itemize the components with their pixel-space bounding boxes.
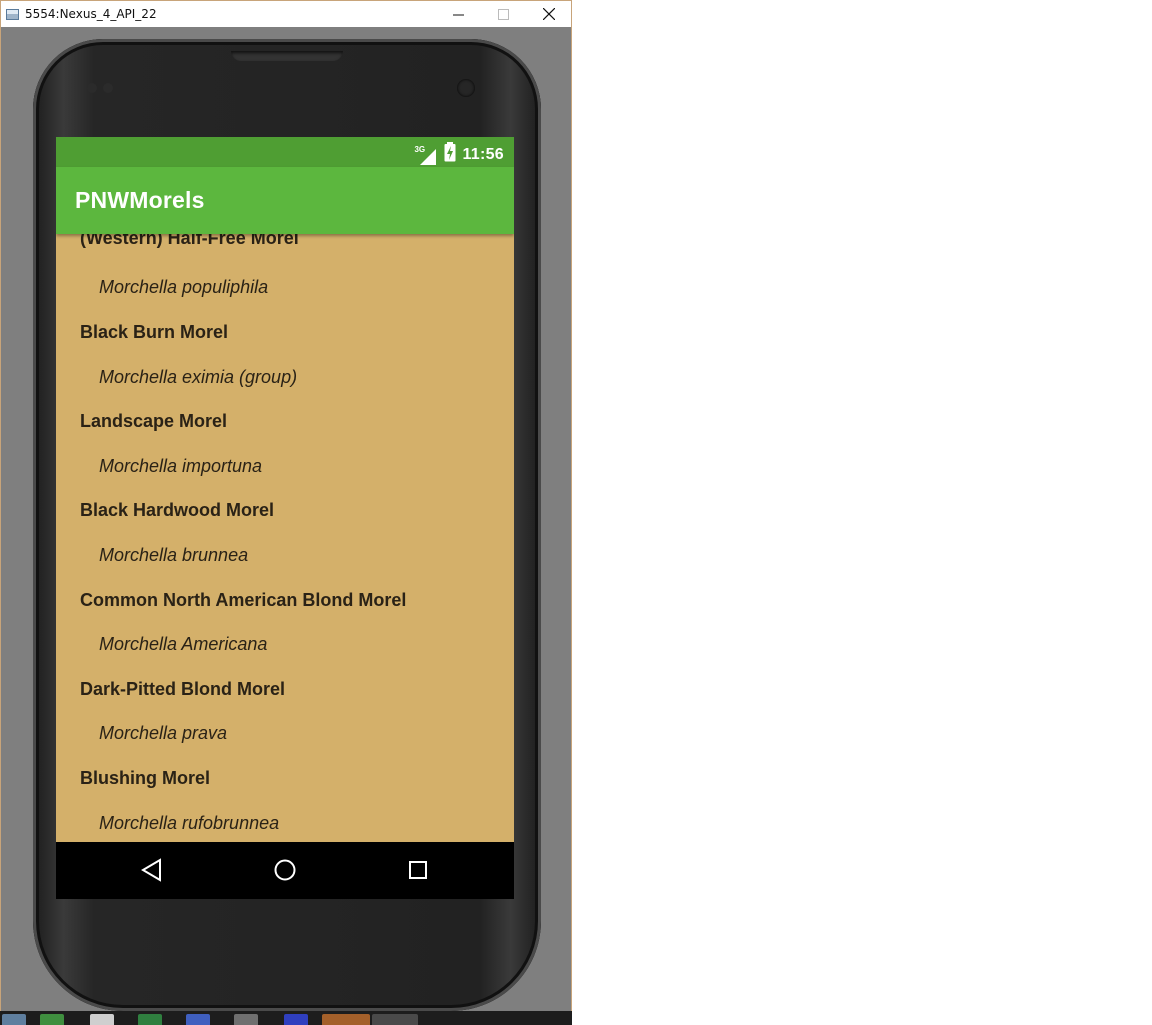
back-button[interactable]	[138, 856, 166, 884]
status-bar: 3G 11:56	[56, 137, 514, 167]
app-window-icon	[6, 8, 19, 20]
taskbar-app-icon[interactable]	[284, 1014, 308, 1025]
minimize-icon	[453, 14, 464, 15]
recents-button[interactable]	[404, 856, 432, 884]
home-icon	[274, 859, 296, 881]
home-button[interactable]	[271, 856, 299, 884]
status-clock: 11:56	[462, 145, 504, 163]
scientific-name: Morchella rufobrunnea	[99, 813, 280, 833]
taskbar-app-icon[interactable]	[90, 1014, 114, 1025]
earpiece	[231, 51, 343, 61]
signal-icon: 3G	[414, 145, 438, 165]
list-item[interactable]: Morchella Americana	[56, 631, 514, 676]
list-item[interactable]: (Western) Half-Free Morel	[56, 234, 514, 273]
close-icon	[542, 8, 555, 20]
app-title: PNWMorels	[75, 187, 205, 213]
close-button[interactable]	[526, 1, 571, 27]
list-item[interactable]: Morchella eximia (group)	[56, 364, 514, 409]
scientific-name: Morchella Americana	[99, 634, 268, 654]
scientific-name: Morchella brunnea	[99, 545, 249, 565]
list-item[interactable]: Black Hardwood Morel	[56, 497, 514, 542]
common-name: Common North American Blond Morel	[80, 590, 407, 610]
minimize-button[interactable]	[436, 1, 481, 27]
maximize-icon	[498, 8, 509, 20]
windows-taskbar	[0, 1011, 572, 1025]
list-item[interactable]: Morchella prava	[56, 720, 514, 765]
taskbar-app-icon[interactable]	[186, 1014, 210, 1025]
list-item[interactable]: Blushing Morel	[56, 765, 514, 810]
list-item[interactable]: Landscape Morel	[56, 408, 514, 453]
scientific-name: Morchella eximia (group)	[99, 367, 298, 387]
battery-icon	[444, 142, 456, 167]
list-item[interactable]: Morchella populiphila	[56, 274, 514, 319]
back-icon	[141, 858, 161, 882]
list-item[interactable]: Common North American Blond Morel	[56, 587, 514, 632]
app-bar: PNWMorels	[56, 167, 514, 234]
morel-list[interactable]: (Western) Half-Free Morel Morchella popu…	[56, 234, 514, 842]
list-item[interactable]: Morchella rufobrunnea	[56, 810, 514, 842]
navigation-bar	[56, 842, 514, 899]
taskbar-app-icon[interactable]	[372, 1014, 418, 1025]
window-titlebar[interactable]: 5554:Nexus_4_API_22	[1, 1, 571, 27]
proximity-sensors	[87, 83, 113, 93]
list-item[interactable]: Black Burn Morel	[56, 319, 514, 364]
taskbar-app-icon[interactable]	[2, 1014, 26, 1025]
list-item[interactable]: Morchella brunnea	[56, 542, 514, 587]
list-item[interactable]: Dark-Pitted Blond Morel	[56, 676, 514, 721]
taskbar-app-icon[interactable]	[40, 1014, 64, 1025]
front-camera	[457, 79, 475, 97]
recents-icon	[409, 861, 427, 879]
scientific-name: Morchella prava	[99, 723, 228, 743]
taskbar-app-icon[interactable]	[322, 1014, 370, 1025]
common-name: Black Burn Morel	[80, 322, 229, 342]
list-item[interactable]: Morchella importuna	[56, 453, 514, 498]
taskbar-app-icon[interactable]	[234, 1014, 258, 1025]
common-name: Black Hardwood Morel	[80, 500, 275, 520]
common-name: (Western) Half-Free Morel	[80, 234, 299, 248]
common-name: Landscape Morel	[80, 411, 228, 431]
phone-screen: 3G 11:56 PNWMorels (Western) Half-Free M…	[56, 137, 514, 899]
common-name: Dark-Pitted Blond Morel	[80, 679, 286, 699]
scientific-name: Morchella populiphila	[99, 277, 269, 297]
scientific-name: Morchella importuna	[99, 456, 263, 476]
common-name: Blushing Morel	[80, 768, 210, 788]
taskbar-app-icon[interactable]	[138, 1014, 162, 1025]
window-title: 5554:Nexus_4_API_22	[25, 7, 157, 21]
maximize-button[interactable]	[481, 1, 526, 27]
